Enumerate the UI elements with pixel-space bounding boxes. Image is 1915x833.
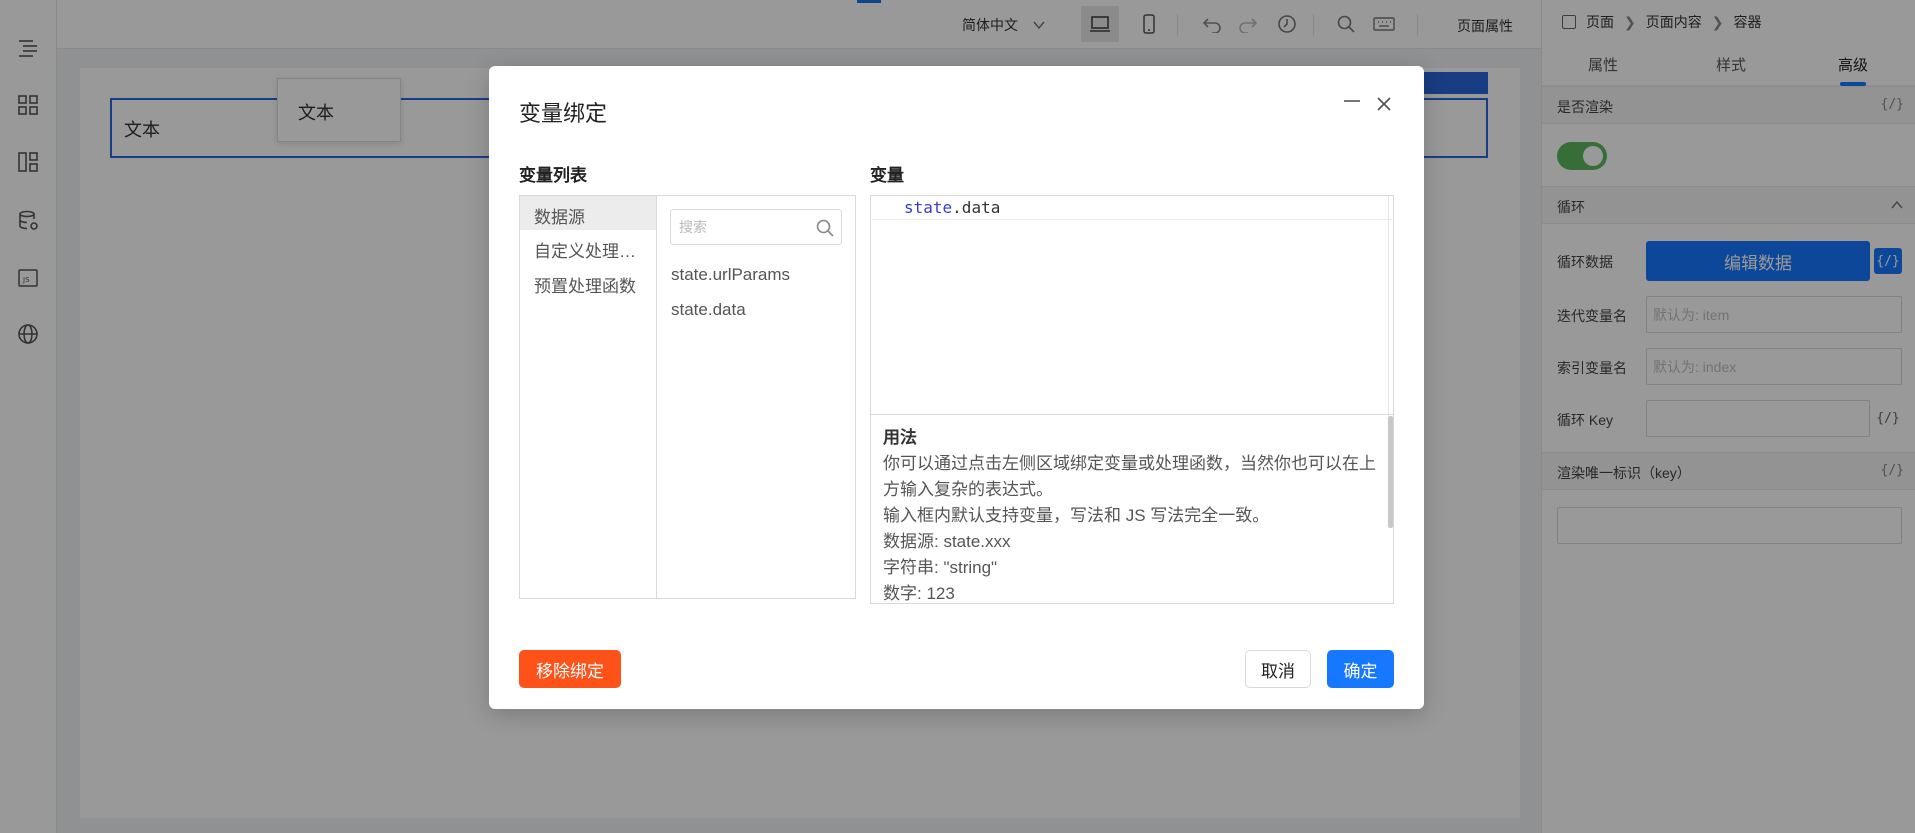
remove-binding-button[interactable]: 移除绑定	[519, 650, 621, 688]
search-input[interactable]	[677, 216, 807, 238]
variable-item[interactable]: state.data	[671, 300, 746, 320]
usage-title: 用法	[883, 428, 917, 447]
cancel-button[interactable]: 取消	[1245, 650, 1311, 688]
search-icon	[816, 219, 834, 237]
category-item-preset-functions[interactable]: 预置处理函数	[520, 265, 656, 299]
variable-binding-dialog: 变量绑定 变量列表 变量 数据源 自定义处理… 预置处理函数 state.url…	[489, 66, 1424, 709]
variable-list-title: 变量列表	[519, 166, 587, 185]
usage-line: 输入框内默认支持变量，写法和 JS 写法完全一致。	[883, 506, 1270, 525]
category-column: 数据源 自定义处理… 预置处理函数	[520, 196, 657, 598]
usage-line: 你可以通过点击左侧区域绑定变量或处理函数，当然你也可以在上方输入复杂的表达式。	[883, 454, 1376, 499]
code-rest: .data	[952, 198, 1001, 217]
editor-ruler	[1388, 196, 1389, 416]
minimize-icon[interactable]	[1344, 100, 1360, 102]
category-item-datasource[interactable]: 数据源	[520, 196, 656, 230]
close-icon[interactable]	[1374, 94, 1394, 114]
variable-item[interactable]: state.urlParams	[671, 265, 790, 285]
expression-editor[interactable]: state.data	[870, 195, 1394, 416]
usage-help: 用法 你可以通过点击左侧区域绑定变量或处理函数，当然你也可以在上方输入复杂的表达…	[870, 414, 1394, 604]
confirm-button[interactable]: 确定	[1327, 650, 1394, 688]
usage-scrollbar[interactable]	[1388, 416, 1393, 528]
code-keyword: state	[904, 198, 953, 217]
usage-line: 字符串: "string"	[883, 558, 998, 577]
category-item-custom-handler[interactable]: 自定义处理…	[520, 230, 656, 264]
editor-code: state.data	[904, 198, 1000, 217]
usage-line: 数字: 123	[883, 584, 955, 603]
variable-search	[670, 209, 842, 245]
usage-line: 数据源: state.xxx	[883, 532, 1011, 551]
variable-title: 变量	[870, 166, 904, 185]
variable-list-panel: 数据源 自定义处理… 预置处理函数 state.urlParams state.…	[519, 195, 856, 599]
dialog-title: 变量绑定	[519, 101, 608, 126]
